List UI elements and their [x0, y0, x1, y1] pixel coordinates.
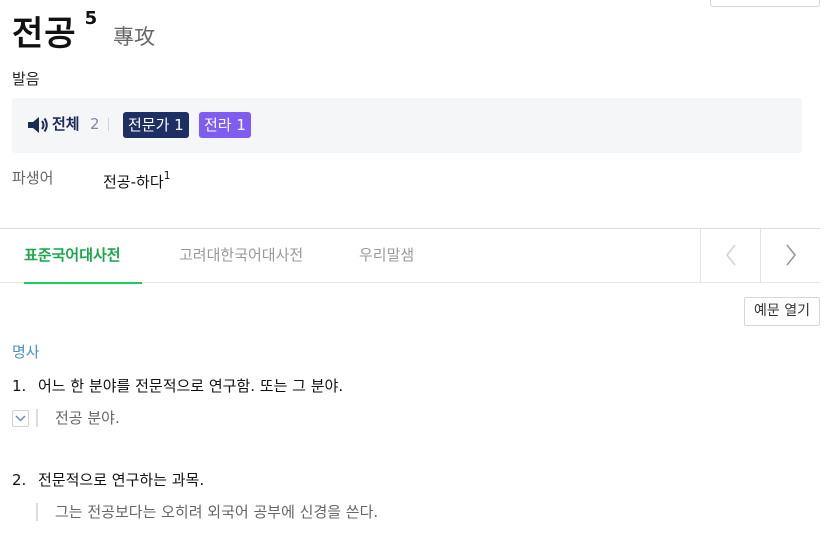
all-pronunciations-label[interactable]: 전체: [52, 114, 80, 134]
sense-definition: 전문적으로 연구하는 과목.: [38, 471, 205, 489]
tab-urimalsaem[interactable]: 우리말샘: [359, 229, 414, 283]
top-right-box[interactable]: [710, 0, 820, 7]
headword: 전공: [12, 14, 77, 54]
sense-number: 2.: [12, 471, 27, 489]
chevron-down-icon: [15, 415, 26, 422]
pronunciation-label: 발음: [12, 70, 40, 88]
tab-prev-button[interactable]: [700, 229, 760, 283]
hanja: 專攻: [113, 25, 156, 49]
sense-definition: 어느 한 분야를 전문적으로 연구함. 또는 그 분야.: [38, 377, 344, 395]
example-bar: [36, 409, 38, 427]
derivative-word: 전공-하다: [103, 173, 164, 191]
derivative-word-link[interactable]: 전공-하다1: [103, 168, 171, 192]
pronunciation-variant-expert[interactable]: 전문가 1: [123, 112, 189, 138]
derivative-label: 파생어: [12, 169, 54, 187]
pronunciation-variant-jeolla[interactable]: 전라 1: [199, 112, 251, 138]
tab-next-button[interactable]: [760, 229, 820, 283]
sense-item: 1. 어느 한 분야를 전문적으로 연구함. 또는 그 분야.: [12, 376, 343, 396]
tab-standard-korean-dictionary[interactable]: 표준국어대사전: [24, 229, 142, 284]
sense-example: 전공 분야.: [55, 409, 120, 427]
headword-block: 전공 5 專攻: [12, 8, 156, 56]
derivative-superscript: 1: [163, 169, 171, 182]
dictionary-tabs: 표준국어대사전 고려대한국어대사전 우리말샘: [0, 228, 820, 284]
sense-example: 그는 전공보다는 오히려 외국어 공부에 신경을 쓴다.: [55, 503, 379, 521]
example-toggle-button[interactable]: [12, 410, 29, 427]
chevron-left-icon: [725, 244, 736, 266]
sense-number: 1.: [12, 377, 27, 395]
homonym-number: 5: [84, 8, 98, 29]
example-bar: [36, 503, 38, 521]
speaker-icon[interactable]: [27, 116, 49, 134]
dictionary-entry-page: 전공 5 專攻 발음 전체 2 전문가 1 전라 1 파생어 전공-하다1 표준…: [0, 0, 831, 557]
tab-korea-university-dictionary[interactable]: 고려대한국어대사전: [179, 229, 303, 283]
all-pronunciations-count: 2: [90, 115, 100, 133]
chevron-right-icon: [786, 244, 797, 266]
pronunciation-panel: 전체 2 전문가 1 전라 1: [12, 98, 802, 153]
open-examples-button[interactable]: 예문 열기: [744, 297, 820, 326]
part-of-speech: 명사: [12, 343, 40, 361]
divider: [108, 118, 109, 131]
sense-item: 2. 전문적으로 연구하는 과목.: [12, 470, 204, 490]
